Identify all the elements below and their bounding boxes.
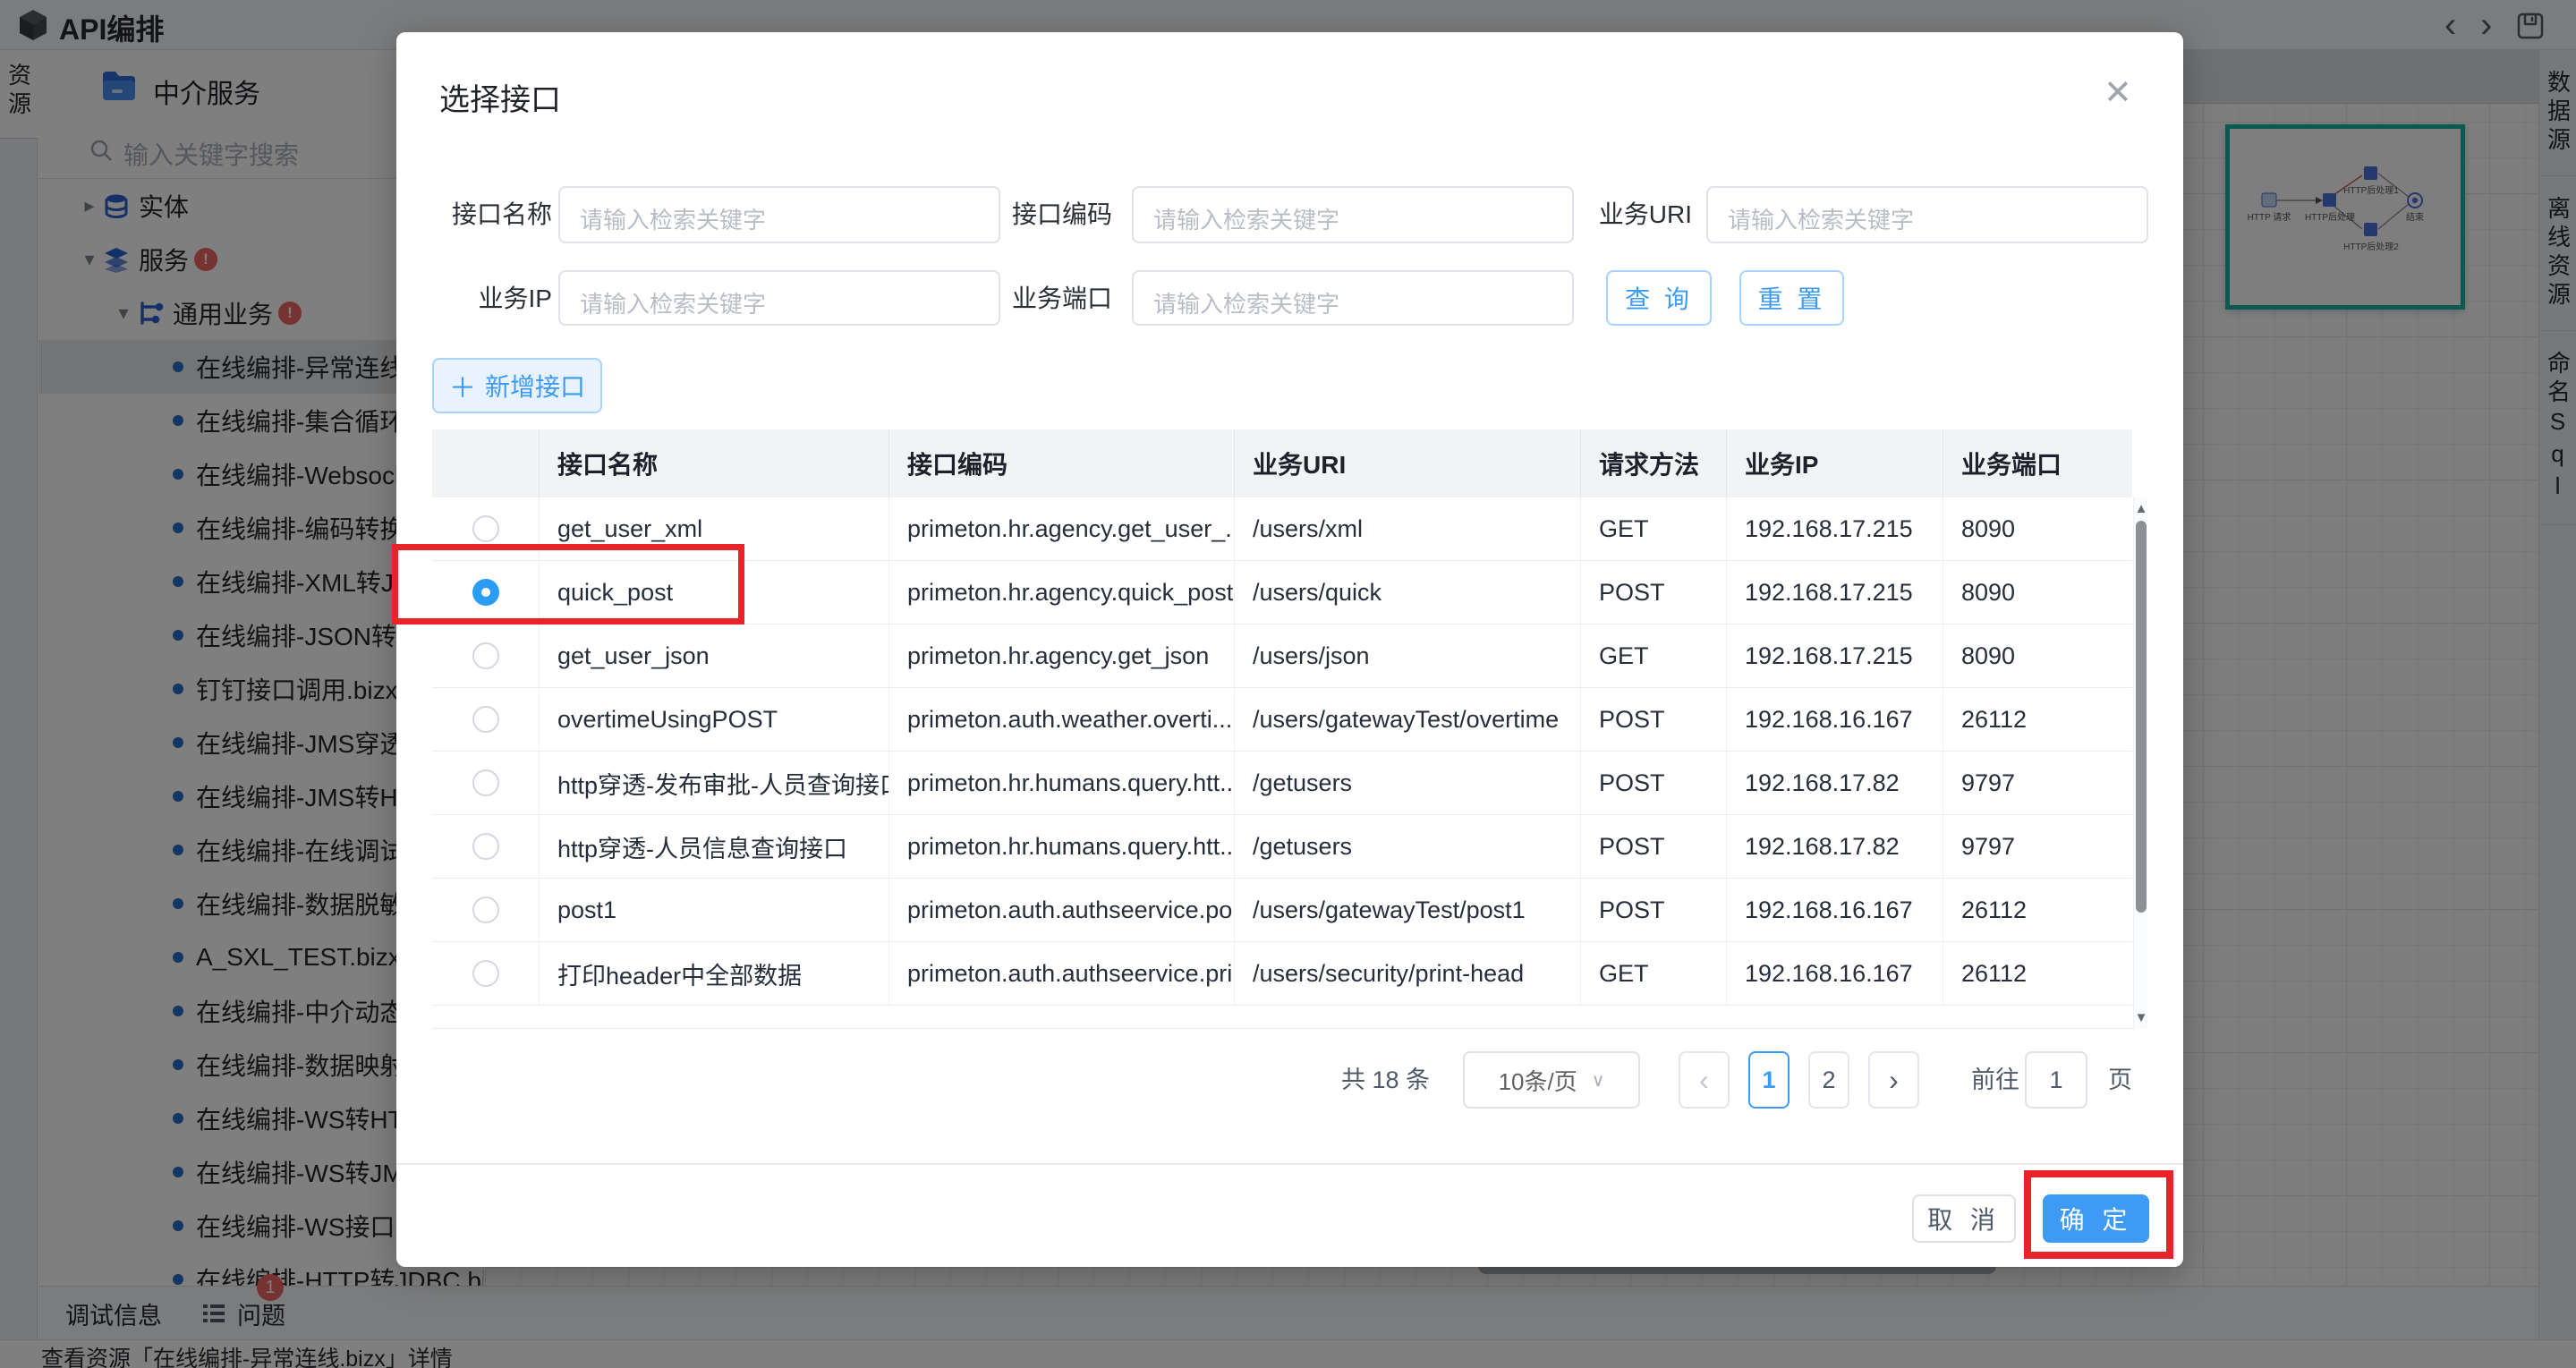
cell-uri: /users/gatewayTest/post1: [1235, 879, 1581, 941]
cell-code: primeton.hr.agency.quick_post: [889, 561, 1235, 624]
cell-code: primeton.hr.agency.get_user_...: [889, 497, 1235, 560]
prev-page-button[interactable]: ‹: [1679, 1051, 1730, 1109]
scrollbar-thumb[interactable]: [2136, 521, 2147, 913]
cell-method: POST: [1581, 688, 1727, 751]
cell-name: http穿透-人员信息查询接口: [540, 815, 889, 878]
cell-uri: /getusers: [1235, 815, 1581, 878]
page-button-2[interactable]: 2: [1808, 1051, 1849, 1109]
annotation-box-selected-row: [392, 544, 744, 625]
dialog-footer: 取 消 确 定: [396, 1163, 2183, 1267]
filter-label-uri: 业务URI: [1598, 200, 1692, 228]
cell-name: overtimeUsingPOST: [540, 688, 889, 751]
table-row[interactable]: http穿透-发布审批-人员查询接口 primeton.hr.humans.qu…: [432, 752, 2132, 815]
cell-uri: /users/security/print-head: [1235, 942, 1581, 1005]
row-radio[interactable]: [472, 515, 499, 542]
scroll-down-icon[interactable]: ▼: [2134, 1010, 2148, 1025]
row-radio[interactable]: [472, 833, 499, 860]
cell-ip: 192.168.17.215: [1727, 625, 1943, 687]
filter-label-port: 业务端口: [1011, 285, 1112, 312]
chevron-down-icon: ∨: [1591, 1070, 1605, 1091]
cell-port: 8090: [1961, 514, 2016, 542]
cell-uri: /users/quick: [1235, 561, 1581, 624]
cell-ip: 192.168.16.167: [1727, 942, 1943, 1005]
cell-ip: 192.168.17.82: [1727, 815, 1943, 878]
table-row[interactable]: http穿透-人员信息查询接口 primeton.hr.humans.query…: [432, 815, 2132, 879]
filter-label-name: 接口名称: [451, 200, 552, 228]
cell-method: POST: [1581, 561, 1727, 624]
cell-name: http穿透-发布审批-人员查询接口: [540, 752, 889, 814]
cell-method: GET: [1581, 942, 1727, 1005]
goto-label: 前往: [1971, 1066, 2019, 1093]
goto-page-input[interactable]: 1: [2025, 1051, 2087, 1109]
row-radio[interactable]: [472, 960, 499, 987]
filter-label-code: 接口编码: [1011, 200, 1112, 228]
search-button[interactable]: 查 询: [1606, 270, 1712, 326]
table-row[interactable]: get_user_json primeton.hr.agency.get_jso…: [432, 625, 2132, 688]
plus-icon: ＋: [448, 374, 476, 404]
cell-name: get_user_json: [540, 625, 889, 687]
cell-ip: 192.168.16.167: [1727, 879, 1943, 941]
filter-input-port[interactable]: 请输入检索关键字: [1132, 270, 1574, 326]
cell-uri: /users/gatewayTest/overtime: [1235, 688, 1581, 751]
header-radio-col: [432, 429, 540, 497]
filter-input-code[interactable]: 请输入检索关键字: [1132, 186, 1574, 243]
cell-uri: /users/xml: [1235, 497, 1581, 560]
cell-port: 26112: [1961, 896, 2028, 923]
pagination-total: 共 18 条: [1341, 1066, 1431, 1093]
cell-code: primeton.hr.agency.get_json: [889, 625, 1235, 687]
cell-code: primeton.auth.weather.overti...: [889, 688, 1235, 751]
cancel-button[interactable]: 取 消: [1912, 1194, 2016, 1243]
interface-table: 接口名称 接口编码 业务URI 请求方法 业务IP 业务端口 get_user_…: [432, 429, 2147, 1029]
cell-code: primeton.auth.authseervice.po...: [889, 879, 1235, 941]
scroll-up-icon[interactable]: ▲: [2134, 501, 2148, 516]
cell-uri: /getusers: [1235, 752, 1581, 814]
cell-ip: 192.168.17.215: [1727, 561, 1943, 624]
select-interface-dialog: 选择接口 ✕ 接口名称 请输入检索关键字 接口编码 请输入检索关键字 业务URI…: [396, 32, 2183, 1267]
cell-ip: 192.168.17.215: [1727, 497, 1943, 560]
close-icon[interactable]: ✕: [2104, 75, 2132, 111]
reset-button[interactable]: 重 置: [1739, 270, 1844, 326]
filter-input-name[interactable]: 请输入检索关键字: [558, 186, 1000, 243]
page-button-1[interactable]: 1: [1748, 1051, 1790, 1109]
cell-method: POST: [1581, 815, 1727, 878]
table-row[interactable]: post1 primeton.auth.authseervice.po... /…: [432, 879, 2132, 942]
cell-name: post1: [540, 879, 889, 941]
cell-method: POST: [1581, 752, 1727, 814]
table-scrollbar[interactable]: ▲ ▼: [2133, 497, 2147, 1029]
cell-uri: /users/json: [1235, 625, 1581, 687]
dialog-title: 选择接口: [439, 83, 561, 117]
table-header-row: 接口名称 接口编码 业务URI 请求方法 业务IP 业务端口: [432, 429, 2132, 497]
row-radio[interactable]: [472, 896, 499, 923]
cell-port: 9797: [1961, 832, 2016, 860]
cell-code: primeton.hr.humans.query.htt...: [889, 815, 1235, 878]
cell-ip: 192.168.17.82: [1727, 752, 1943, 814]
cell-method: GET: [1581, 625, 1727, 687]
cell-code: primeton.hr.humans.query.htt...: [889, 752, 1235, 814]
filter-input-ip[interactable]: 请输入检索关键字: [558, 270, 1000, 326]
cell-method: POST: [1581, 879, 1727, 941]
annotation-box-confirm: [2024, 1170, 2173, 1259]
cell-ip: 192.168.16.167: [1727, 688, 1943, 751]
cell-code: primeton.auth.authseervice.pri...: [889, 942, 1235, 1005]
cell-port: 8090: [1961, 642, 2016, 669]
page-size-select[interactable]: 10条/页 ∨: [1463, 1051, 1640, 1109]
page-unit-label: 页: [2108, 1066, 2132, 1093]
add-interface-button[interactable]: ＋ 新增接口: [432, 358, 602, 413]
row-radio[interactable]: [472, 642, 499, 669]
next-page-button[interactable]: ›: [1868, 1051, 1919, 1109]
cell-port: 9797: [1961, 769, 2016, 796]
app-root: API编排 ‹ › 资源 中介服务: [0, 0, 2576, 1368]
row-radio[interactable]: [472, 706, 499, 733]
cell-method: GET: [1581, 497, 1727, 560]
cell-name: 打印header中全部数据: [540, 942, 889, 1005]
table-row-partial: [432, 1006, 2147, 1029]
table-row[interactable]: 打印header中全部数据 primeton.auth.authseervice…: [432, 942, 2132, 1006]
cell-port: 8090: [1961, 578, 2016, 606]
filter-input-uri[interactable]: 请输入检索关键字: [1706, 186, 2148, 243]
table-row[interactable]: overtimeUsingPOST primeton.auth.weather.…: [432, 688, 2132, 752]
row-radio[interactable]: [472, 769, 499, 796]
cell-port: 26112: [1961, 705, 2028, 733]
filter-label-ip: 业务IP: [478, 285, 552, 312]
cell-port: 26112: [1961, 959, 2028, 987]
